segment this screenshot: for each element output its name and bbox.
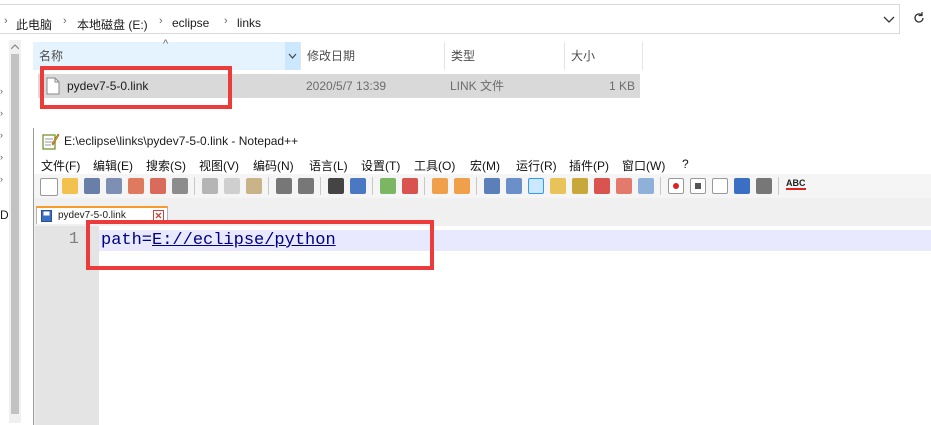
find-icon[interactable]: [328, 178, 344, 194]
doc-map-icon[interactable]: [572, 178, 588, 194]
breadcrumb-links[interactable]: links: [237, 16, 261, 30]
monitoring-icon[interactable]: [638, 178, 654, 194]
menu-edit[interactable]: 编辑(E): [93, 157, 133, 174]
expand-arrow-icon[interactable]: ›: [0, 130, 3, 140]
column-label: 大小: [571, 49, 596, 63]
menu-language[interactable]: 语言(L): [309, 157, 348, 174]
column-header-type[interactable]: 类型: [444, 42, 564, 70]
folder-as-workspace-icon[interactable]: [616, 178, 632, 194]
file-modified: 2020/5/7 13:39: [306, 79, 387, 93]
save-macro-icon[interactable]: [756, 178, 772, 194]
zoom-in-icon[interactable]: [380, 178, 396, 194]
notepadpp-logo-icon: [42, 133, 60, 150]
chevron-down-icon[interactable]: [883, 16, 895, 24]
close-all-icon[interactable]: [150, 178, 166, 194]
close-file-icon[interactable]: [128, 178, 144, 194]
sync-horizontal-icon[interactable]: [454, 178, 470, 194]
toolbar: ABC: [34, 174, 931, 198]
toolbar-separator: [194, 177, 195, 195]
chevron-down-icon: [288, 53, 297, 59]
word-wrap-icon[interactable]: [484, 178, 500, 194]
menu-bar: 文件(F) 编辑(E) 搜索(S) 视图(V) 编码(N) 语言(L) 设置(T…: [34, 154, 931, 174]
play-multiple-icon[interactable]: [734, 178, 750, 194]
save-icon[interactable]: [84, 178, 100, 194]
toolbar-separator: [778, 177, 779, 195]
chevron-right-icon[interactable]: ›: [63, 15, 67, 27]
menu-window[interactable]: 窗口(W): [622, 157, 665, 174]
menu-tools[interactable]: 工具(O): [414, 157, 455, 174]
toolbar-separator: [476, 177, 477, 195]
saved-file-icon: [41, 210, 52, 222]
user-language-icon[interactable]: [550, 178, 566, 194]
column-label: 修改日期: [307, 49, 356, 63]
undo-icon[interactable]: [276, 178, 292, 194]
menu-plugins[interactable]: 插件(P): [569, 157, 609, 174]
nav-scrollbar[interactable]: [9, 40, 21, 423]
refresh-icon[interactable]: [912, 11, 926, 25]
show-all-chars-icon[interactable]: [506, 178, 522, 194]
expand-arrow-icon[interactable]: ›: [0, 86, 3, 96]
sync-vertical-icon[interactable]: [432, 178, 448, 194]
annotation-highlight-box: [86, 220, 434, 270]
menu-file[interactable]: 文件(F): [41, 157, 80, 174]
chevron-right-icon[interactable]: ›: [224, 15, 228, 27]
menu-macro[interactable]: 宏(M): [470, 157, 500, 174]
print-icon[interactable]: [172, 178, 188, 194]
file-type: LINK 文件: [450, 79, 505, 93]
menu-encoding[interactable]: 编码(N): [253, 157, 294, 174]
file-size: 1 KB: [609, 79, 636, 93]
toolbar-separator: [320, 177, 321, 195]
toolbar-separator: [372, 177, 373, 195]
column-label: 类型: [451, 49, 476, 63]
open-file-icon[interactable]: [62, 178, 78, 194]
scrollbar-thumb[interactable]: [11, 54, 19, 414]
save-all-icon[interactable]: [106, 178, 122, 194]
expand-arrow-icon[interactable]: ›: [0, 174, 3, 184]
notepadpp-window: E:\eclipse\links\pydev7-5-0.link - Notep…: [33, 128, 931, 425]
chevron-right-icon: ›: [4, 15, 8, 27]
column-header-modified[interactable]: 修改日期: [300, 42, 444, 70]
menu-settings[interactable]: 设置(T): [361, 157, 400, 174]
spell-check-icon[interactable]: ABC: [786, 178, 806, 190]
toolbar-separator: [424, 177, 425, 195]
menu-view[interactable]: 视图(V): [199, 157, 239, 174]
redo-icon[interactable]: [298, 178, 314, 194]
drive-label: D: [0, 208, 9, 222]
annotation-highlight-box: [40, 66, 232, 109]
column-header-size[interactable]: 大小: [564, 42, 643, 70]
paste-icon[interactable]: [246, 178, 262, 194]
address-field[interactable]: › 此电脑 › 本地磁盘 (E:) › eclipse › links: [0, 4, 900, 34]
replace-icon[interactable]: [350, 178, 366, 194]
chevron-right-icon[interactable]: ›: [159, 15, 163, 27]
line-number: 1: [68, 230, 79, 249]
stop-macro-icon[interactable]: [690, 178, 706, 194]
column-dropdown[interactable]: [285, 42, 301, 70]
breadcrumb-this-pc[interactable]: 此电脑: [16, 16, 52, 33]
expand-arrow-icon[interactable]: ›: [0, 152, 3, 162]
toolbar-separator: [660, 177, 661, 195]
scroll-up-icon[interactable]: [11, 44, 19, 50]
address-bar: › 此电脑 › 本地磁盘 (E:) › eclipse › links: [0, 0, 931, 38]
breadcrumb-drive-e[interactable]: 本地磁盘 (E:): [77, 16, 148, 33]
zoom-out-icon[interactable]: [402, 178, 418, 194]
new-file-icon[interactable]: [40, 178, 58, 196]
breadcrumb-eclipse[interactable]: eclipse: [172, 16, 209, 30]
expand-arrow-icon[interactable]: ›: [0, 108, 3, 118]
title-bar[interactable]: E:\eclipse\links\pydev7-5-0.link - Notep…: [34, 128, 931, 154]
function-list-icon[interactable]: [594, 178, 610, 194]
menu-help[interactable]: ?: [682, 157, 689, 171]
sort-ascending-icon: ^: [163, 38, 169, 50]
play-macro-icon[interactable]: [712, 178, 728, 194]
indent-guide-icon[interactable]: [528, 178, 544, 194]
cut-icon[interactable]: [202, 178, 218, 194]
menu-run[interactable]: 运行(R): [516, 157, 557, 174]
copy-icon[interactable]: [224, 178, 240, 194]
record-macro-icon[interactable]: [668, 178, 684, 194]
menu-search[interactable]: 搜索(S): [146, 157, 186, 174]
toolbar-separator: [268, 177, 269, 195]
column-label: 名称: [39, 49, 64, 63]
window-title: E:\eclipse\links\pydev7-5-0.link - Notep…: [64, 134, 299, 148]
